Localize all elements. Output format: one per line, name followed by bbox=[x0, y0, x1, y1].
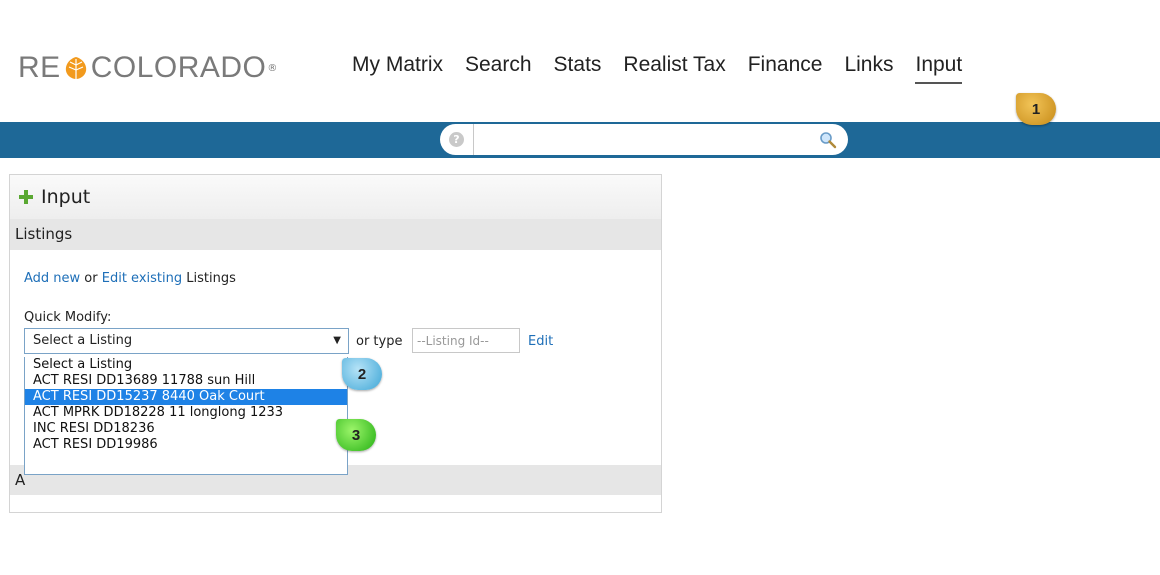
or-text: or bbox=[80, 271, 102, 286]
listings-section-header: Listings bbox=[10, 219, 661, 250]
logo-text-colorado: COLORADO bbox=[90, 51, 267, 84]
nav-finance[interactable]: Finance bbox=[748, 50, 823, 84]
listings-text: Listings bbox=[182, 271, 236, 286]
edit-listing-link[interactable]: Edit bbox=[528, 334, 553, 349]
listing-option-highlighted[interactable]: ACT RESI DD15237 8440 Oak Court bbox=[25, 389, 347, 405]
panel-header: Input bbox=[10, 175, 661, 219]
global-search-input[interactable] bbox=[474, 125, 808, 154]
search-submit-button[interactable] bbox=[808, 124, 848, 155]
quick-modify-label: Quick Modify: bbox=[24, 310, 112, 325]
logo-text-re: RE bbox=[18, 51, 61, 84]
or-type-label: or type bbox=[356, 334, 403, 349]
listing-select[interactable]: Select a Listing ▼ bbox=[24, 328, 349, 354]
magnifier-icon bbox=[820, 131, 837, 148]
edit-existing-link[interactable]: Edit existing bbox=[102, 271, 182, 286]
nav-my-matrix[interactable]: My Matrix bbox=[352, 50, 443, 84]
listing-id-input[interactable] bbox=[412, 328, 520, 353]
step-badge-3: 3 bbox=[336, 419, 376, 451]
global-search-box: ? bbox=[440, 124, 848, 155]
leaf-logo-icon bbox=[65, 57, 86, 79]
step-badge-1: 1 bbox=[1016, 93, 1056, 125]
nav-realist-tax[interactable]: Realist Tax bbox=[623, 50, 725, 84]
listing-option[interactable]: ACT MPRK DD18228 11 longlong 1233 bbox=[25, 405, 347, 421]
panel-title: Input bbox=[41, 186, 91, 208]
listing-option[interactable]: INC RESI DD18236 bbox=[25, 421, 347, 437]
search-help-button[interactable]: ? bbox=[440, 124, 474, 155]
nav-search[interactable]: Search bbox=[465, 50, 532, 84]
plus-icon bbox=[19, 190, 33, 204]
top-navigation: My Matrix Search Stats Realist Tax Finan… bbox=[352, 50, 984, 84]
listing-option[interactable]: Select a Listing bbox=[25, 357, 347, 373]
nav-input[interactable]: Input bbox=[915, 50, 963, 84]
step-badge-2: 2 bbox=[342, 358, 382, 390]
logo-registered-mark: ® bbox=[267, 62, 278, 74]
re-colorado-logo[interactable]: RE COLORADO ® bbox=[18, 48, 277, 88]
listing-option[interactable]: ACT RESI DD19986 bbox=[25, 437, 347, 453]
nav-links[interactable]: Links bbox=[844, 50, 893, 84]
add-new-link[interactable]: Add new bbox=[24, 271, 80, 286]
add-edit-line: Add new or Edit existing Listings bbox=[24, 271, 236, 286]
listing-select-value: Select a Listing bbox=[33, 333, 133, 348]
help-icon: ? bbox=[449, 132, 464, 147]
listing-dropdown-list: Select a Listing ACT RESI DD13689 11788 … bbox=[24, 357, 348, 475]
dropdown-arrow-icon: ▼ bbox=[333, 335, 341, 346]
listing-option[interactable]: ACT RESI DD13689 11788 sun Hill bbox=[25, 373, 347, 389]
nav-stats[interactable]: Stats bbox=[554, 50, 602, 84]
